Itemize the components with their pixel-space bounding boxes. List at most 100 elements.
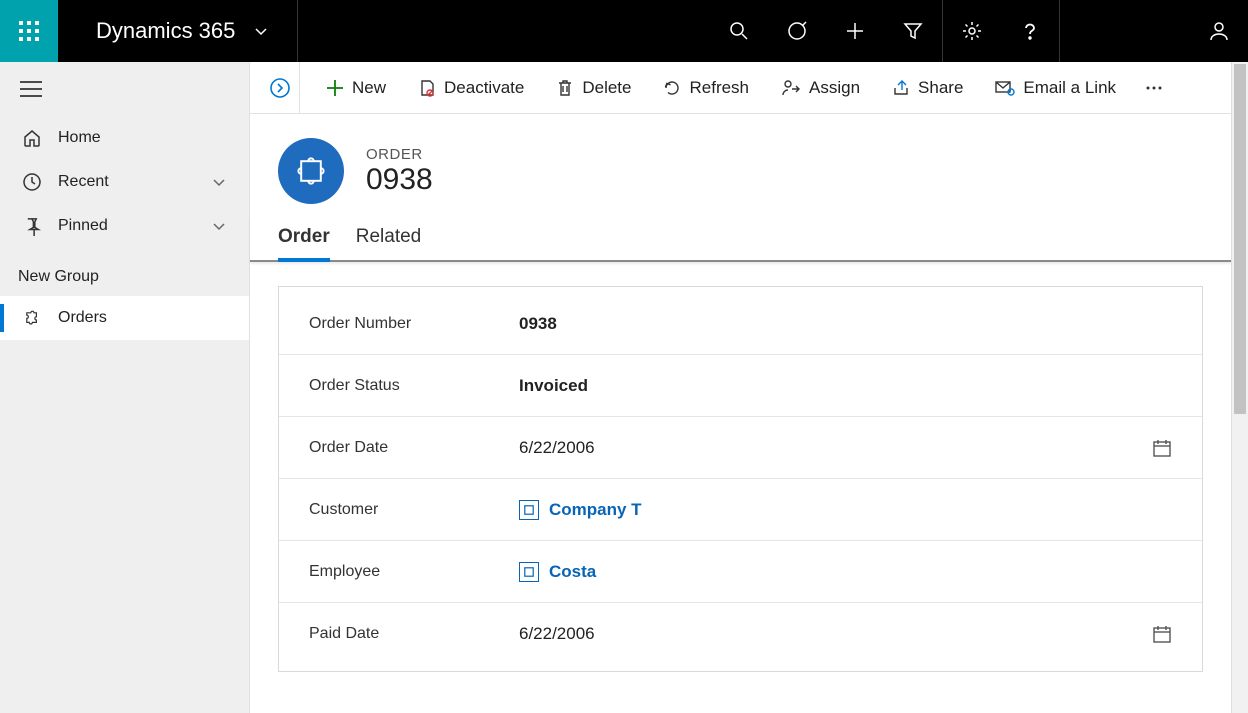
share-button[interactable]: Share (878, 72, 977, 104)
sidebar-item-recent[interactable]: Recent (0, 160, 249, 204)
question-icon (1020, 21, 1040, 41)
record-entity-icon (278, 138, 344, 204)
chevron-down-icon (211, 218, 227, 234)
sidebar-label-pinned: Pinned (58, 217, 108, 235)
tab-order[interactable]: Order (278, 216, 330, 260)
deactivate-button[interactable]: Deactivate (404, 72, 538, 104)
field-employee[interactable]: Employee Costa (279, 541, 1202, 603)
delete-label: Delete (582, 78, 631, 98)
email-link-button[interactable]: Email a Link (981, 72, 1130, 104)
assign-button[interactable]: Assign (767, 72, 874, 104)
refresh-button[interactable]: Refresh (649, 72, 763, 104)
field-label: Employee (309, 563, 519, 581)
share-label: Share (918, 78, 963, 98)
brand-label: Dynamics 365 (96, 18, 235, 44)
search-button[interactable] (710, 0, 768, 62)
record-name: 0938 (366, 163, 433, 197)
deactivate-icon (418, 79, 436, 97)
search-icon (729, 21, 749, 41)
vertical-scrollbar[interactable] (1231, 62, 1248, 713)
lookup-entity-icon (519, 500, 539, 520)
home-icon (22, 128, 42, 148)
brand-dropdown[interactable]: Dynamics 365 (58, 0, 298, 62)
form-card: Order Number 0938 Order Status Invoiced … (278, 286, 1203, 672)
sidebar: Home Recent Pinned New Group Orders (0, 62, 250, 713)
target-check-icon (787, 21, 807, 41)
puzzle-icon (523, 504, 535, 516)
field-value: 6/22/2006 (519, 438, 1152, 458)
circle-chevron-icon (269, 77, 291, 99)
puzzle-icon (22, 308, 42, 328)
topbar-actions (710, 0, 1248, 62)
record-entity-label: ORDER (366, 146, 433, 163)
scrollbar-thumb[interactable] (1234, 64, 1246, 414)
share-icon (892, 79, 910, 97)
field-value-lookup[interactable]: Company T (519, 500, 1172, 520)
help-button[interactable] (1001, 0, 1059, 62)
field-label: Order Status (309, 377, 519, 395)
chevron-down-icon (253, 23, 269, 39)
task-flow-button[interactable] (768, 0, 826, 62)
command-bar: New Deactivate Delete Refresh Assign (250, 62, 1231, 114)
email-link-label: Email a Link (1023, 78, 1116, 98)
clock-icon (22, 172, 42, 192)
field-order-number[interactable]: Order Number 0938 (279, 293, 1202, 355)
overflow-button[interactable] (1134, 73, 1174, 103)
go-back-button[interactable] (260, 62, 300, 113)
account-button[interactable] (1190, 0, 1248, 62)
assign-icon (781, 79, 801, 97)
waffle-icon (19, 21, 39, 41)
field-value: 6/22/2006 (519, 624, 1152, 644)
quick-create-button[interactable] (826, 0, 884, 62)
hamburger-icon (20, 80, 42, 98)
sidebar-label-home: Home (58, 129, 101, 147)
field-value-lookup[interactable]: Costa (519, 562, 1172, 582)
refresh-icon (663, 79, 681, 97)
field-value: Invoiced (519, 376, 1172, 396)
sidebar-item-home[interactable]: Home (0, 116, 249, 160)
app-launcher-button[interactable] (0, 0, 58, 62)
trash-icon (556, 79, 574, 97)
sidebar-toggle[interactable] (0, 70, 249, 116)
field-label: Paid Date (309, 625, 519, 643)
tab-related[interactable]: Related (356, 216, 422, 260)
global-topbar: Dynamics 365 (0, 0, 1248, 62)
form-tabs: Order Related (250, 216, 1231, 262)
field-order-status[interactable]: Order Status Invoiced (279, 355, 1202, 417)
sidebar-item-orders[interactable]: Orders (0, 296, 249, 340)
refresh-label: Refresh (689, 78, 749, 98)
sidebar-group-label: New Group (0, 248, 249, 296)
calendar-icon[interactable] (1152, 438, 1172, 458)
field-label: Order Date (309, 439, 519, 457)
field-paid-date[interactable]: Paid Date 6/22/2006 (279, 603, 1202, 665)
plus-icon (845, 21, 865, 41)
main-panel: New Deactivate Delete Refresh Assign (250, 62, 1231, 713)
email-link-icon (995, 79, 1015, 97)
assign-label: Assign (809, 78, 860, 98)
field-value: 0938 (519, 314, 1172, 334)
gear-icon (962, 21, 982, 41)
funnel-icon (903, 21, 923, 41)
field-label: Customer (309, 501, 519, 519)
delete-button[interactable]: Delete (542, 72, 645, 104)
field-label: Order Number (309, 315, 519, 333)
deactivate-label: Deactivate (444, 78, 524, 98)
plus-icon (326, 79, 344, 97)
puzzle-icon (297, 157, 325, 185)
advanced-find-button[interactable] (884, 0, 942, 62)
ellipsis-icon (1144, 79, 1164, 97)
field-customer[interactable]: Customer Company T (279, 479, 1202, 541)
settings-button[interactable] (943, 0, 1001, 62)
new-button[interactable]: New (312, 72, 400, 104)
field-order-date[interactable]: Order Date 6/22/2006 (279, 417, 1202, 479)
pin-icon (22, 216, 42, 236)
person-icon (1208, 20, 1230, 42)
sidebar-item-pinned[interactable]: Pinned (0, 204, 249, 248)
puzzle-icon (523, 566, 535, 578)
sidebar-label-recent: Recent (58, 173, 109, 191)
new-label: New (352, 78, 386, 98)
record-header: ORDER 0938 (250, 114, 1231, 216)
calendar-icon[interactable] (1152, 624, 1172, 644)
sidebar-label-orders: Orders (58, 309, 107, 327)
chevron-down-icon (211, 174, 227, 190)
